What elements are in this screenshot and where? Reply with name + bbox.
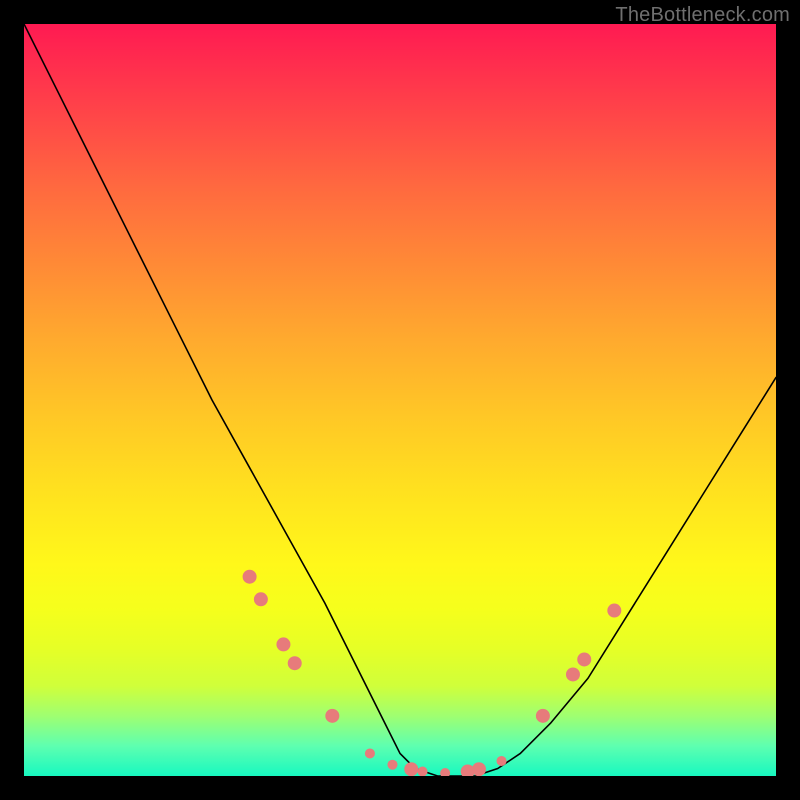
marker-dot [254,592,268,606]
marker-dot [276,637,290,651]
curve-path [24,24,776,776]
marker-dot [325,709,339,723]
chart-frame: TheBottleneck.com [0,0,800,800]
marker-dot [387,760,397,770]
chart-svg [24,24,776,776]
marker-dot [365,748,375,758]
marker-dot [536,709,550,723]
marker-dot [288,656,302,670]
plot-area [24,24,776,776]
watermark-text: TheBottleneck.com [615,4,790,27]
marker-dot [440,768,450,776]
marker-dot [577,652,591,666]
marker-dot [472,762,486,776]
marker-dot [497,756,507,766]
marker-dot [566,667,580,681]
marker-dot [418,766,428,776]
marker-dot [607,604,621,618]
marker-dot [404,762,418,776]
marker-dot [243,570,257,584]
